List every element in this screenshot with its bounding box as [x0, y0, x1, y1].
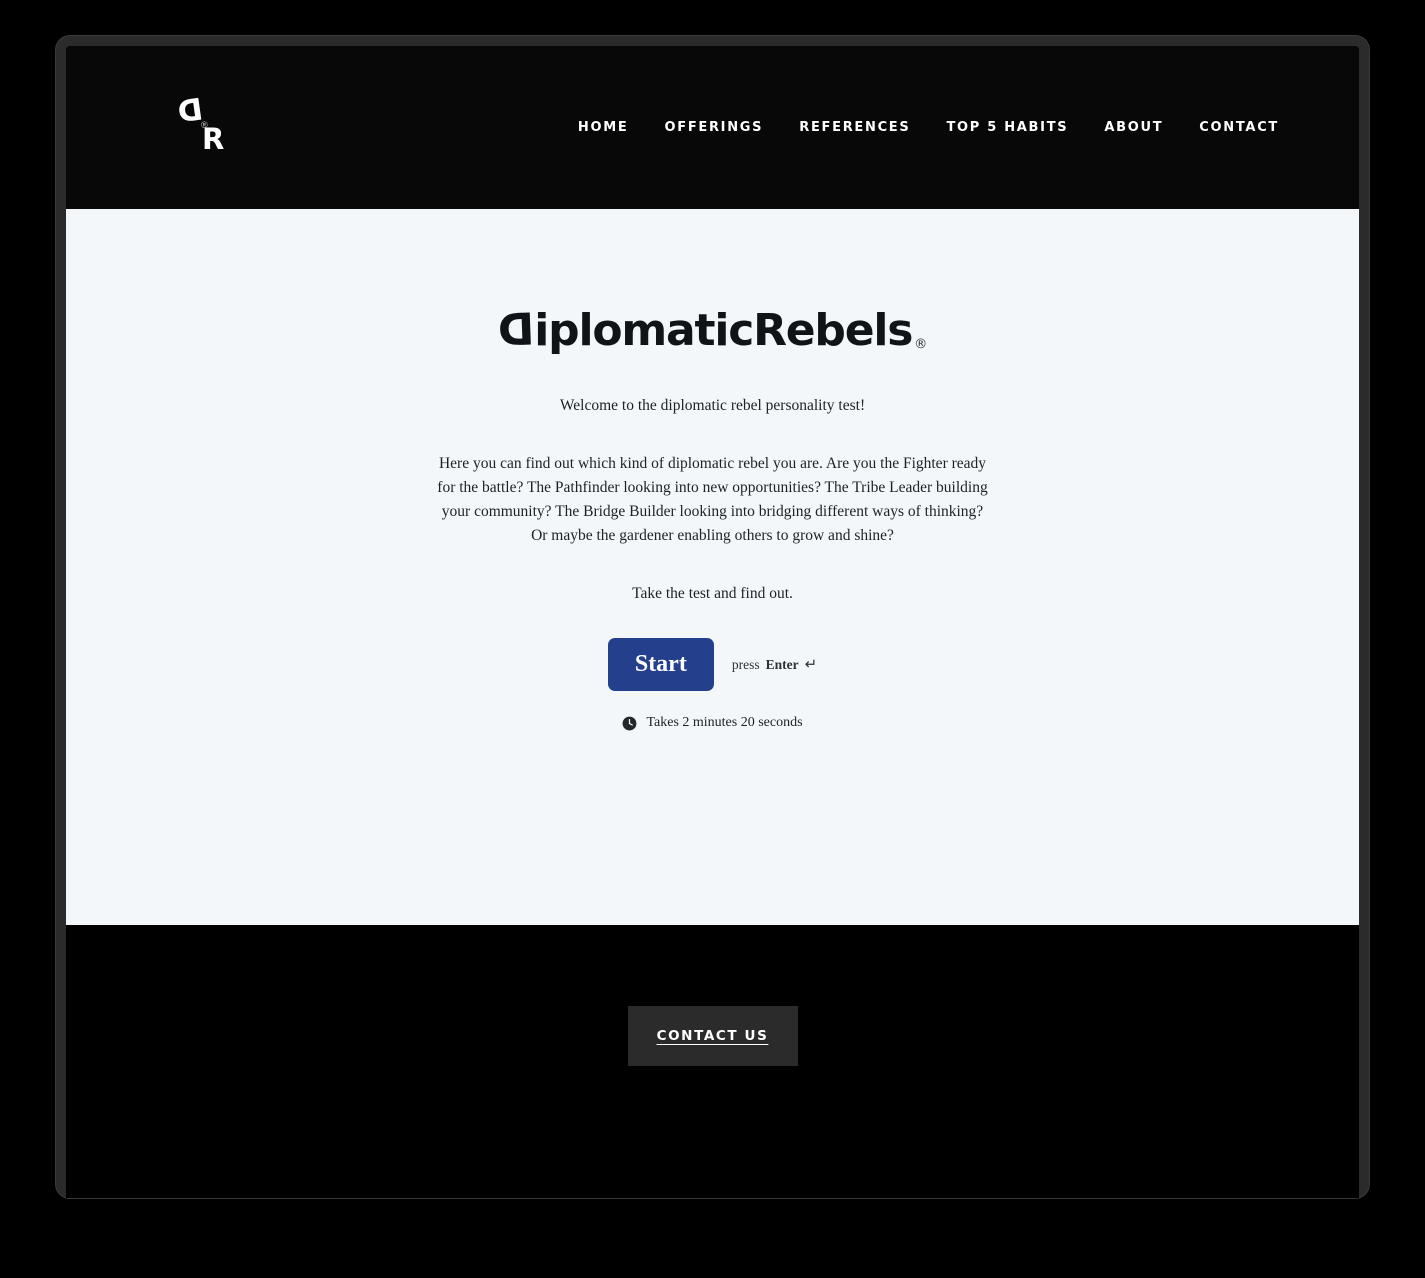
contact-us-button[interactable]: Contact Us — [627, 1006, 798, 1066]
nav-link-home[interactable]: HOME — [578, 120, 629, 135]
quiz-panel: DiplomaticRebels ® Welcome to the diploma… — [66, 209, 1359, 925]
keyboard-hint: press Enter ↵ — [732, 655, 817, 674]
nav-link-references[interactable]: REFERENCES — [799, 120, 910, 135]
nav-link-about[interactable]: ABOUT — [1104, 120, 1163, 135]
wordmark-rest: iplomaticRebels — [534, 305, 913, 356]
keyboard-hint-key: Enter — [765, 656, 799, 672]
keyboard-hint-prefix: press — [731, 656, 760, 672]
nav-link-offerings[interactable]: OFFERINGS — [664, 120, 763, 135]
wordmark-registered-mark-icon: ® — [914, 337, 927, 352]
quiz-wordmark: DiplomaticRebels ® — [498, 304, 927, 357]
start-row: Start press Enter ↵ — [607, 638, 817, 692]
duration-row: Takes 2 minutes 20 seconds — [622, 715, 803, 731]
page-viewport: D ® R HOME OFFERINGS REFERENCES TOP 5 HA… — [66, 46, 1359, 1198]
nav-link-contact[interactable]: CONTACT — [1199, 120, 1279, 135]
site-footer: Contact Us — [66, 925, 1359, 1198]
site-header: D ® R HOME OFFERINGS REFERENCES TOP 5 HA… — [66, 46, 1359, 209]
enter-arrow-icon: ↵ — [804, 657, 818, 674]
nav-link-top-5-habits[interactable]: TOP 5 HABITS — [946, 120, 1068, 135]
quiz-welcome-text: Welcome to the diplomatic rebel personal… — [559, 397, 866, 414]
main-navigation: HOME OFFERINGS REFERENCES TOP 5 HABITS A… — [578, 120, 1279, 135]
quiz-cta-text: Take the test and find out. — [632, 585, 793, 602]
start-button[interactable]: Start — [607, 638, 714, 692]
browser-window-frame: D ® R HOME OFFERINGS REFERENCES TOP 5 HA… — [56, 36, 1369, 1198]
diplomaticrebels-logo[interactable]: D ® R — [172, 92, 232, 159]
wordmark-lead-letter: D — [498, 304, 536, 357]
duration-label: Takes 2 minutes 20 seconds — [646, 715, 803, 731]
clock-icon — [622, 716, 637, 731]
logo-letter-r-icon: R — [202, 121, 225, 156]
quiz-intro-text: Here you can find out which kind of dipl… — [437, 455, 988, 544]
